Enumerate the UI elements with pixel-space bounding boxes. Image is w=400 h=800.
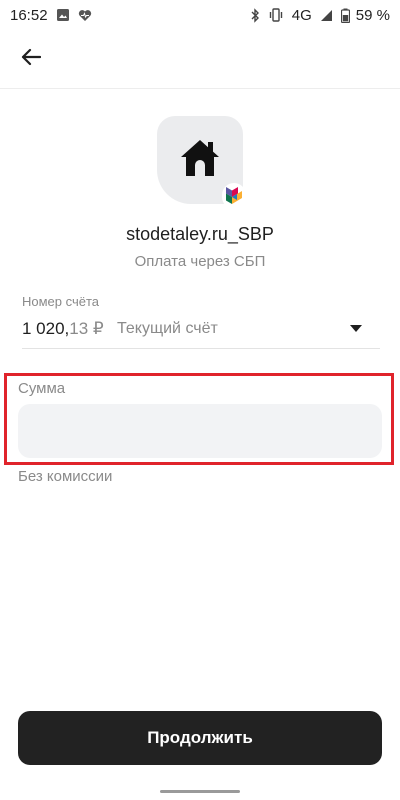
account-label: Номер счёта — [22, 294, 100, 309]
account-name: Текущий счёт — [117, 320, 218, 337]
bluetooth-icon — [250, 7, 260, 23]
home-indicator[interactable] — [160, 790, 240, 793]
account-balance-decimals: 13 ₽ — [69, 319, 104, 338]
amount-label: Сумма — [18, 380, 66, 397]
status-time: 16:52 — [10, 6, 48, 24]
account-balance-main: 1 020, — [22, 319, 70, 338]
health-icon — [78, 9, 92, 22]
dropdown-caret-icon — [350, 325, 362, 332]
battery-icon — [340, 8, 350, 23]
status-bar: 16:52 4G 59 % — [0, 0, 400, 30]
merchant-name: stodetaley.ru_SBP — [126, 224, 274, 244]
back-button[interactable] — [14, 44, 48, 74]
continue-button[interactable]: Продолжить — [18, 711, 382, 765]
house-icon — [179, 138, 221, 183]
signal-icon — [320, 9, 333, 22]
status-right: 4G 59 % — [250, 7, 390, 24]
merchant-subtitle: Оплата через СБП — [134, 253, 266, 270]
network-label: 4G — [291, 6, 312, 24]
status-left: 16:52 — [10, 7, 92, 24]
sbp-icon — [222, 183, 246, 209]
account-balance: 1 020,13 ₽ — [22, 319, 104, 339]
back-arrow-icon — [21, 48, 42, 71]
app-bar — [0, 30, 400, 89]
vibrate-icon — [268, 8, 284, 22]
battery-percent: 59 % — [355, 6, 390, 24]
account-selector[interactable]: 1 020,13 ₽ Текущий счёт — [22, 312, 380, 349]
commission-note: Без комиссии — [18, 468, 113, 485]
image-icon — [56, 8, 70, 22]
amount-input[interactable] — [18, 404, 382, 458]
battery-wrap: 59 % — [340, 6, 390, 24]
